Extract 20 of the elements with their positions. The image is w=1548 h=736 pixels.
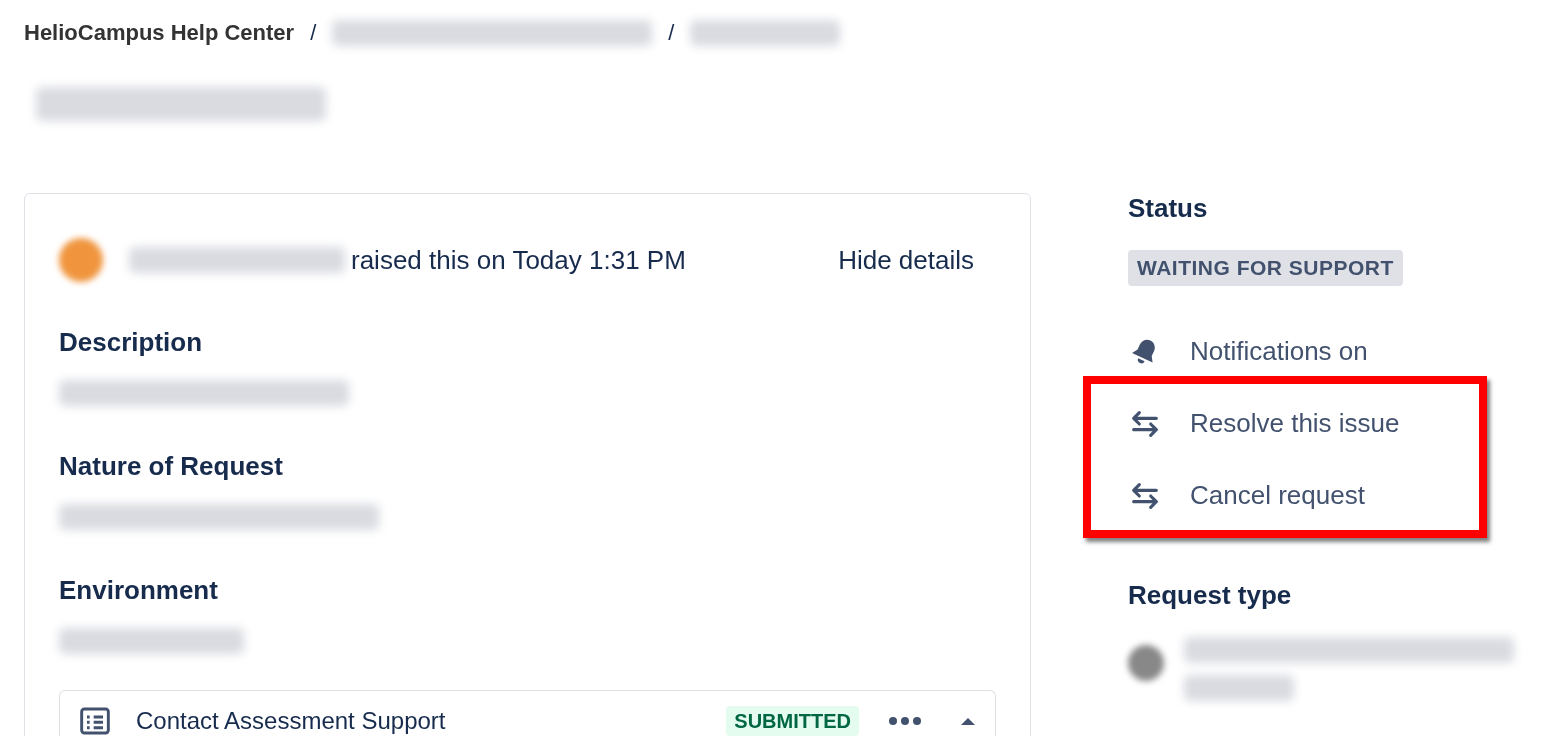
- breadcrumb-link[interactable]: HelioCampus Help Center: [24, 16, 295, 49]
- status-heading: Status: [1128, 192, 1209, 225]
- more-icon: [889, 716, 921, 725]
- linked-request-title: Contact Assessment Support: [136, 705, 446, 736]
- breadcrumb-separator: /: [310, 19, 317, 47]
- status-badge: WAITING FOR SUPPORT: [1128, 250, 1403, 286]
- request-type-icon: [1128, 644, 1164, 681]
- field-label: Environment: [59, 574, 219, 607]
- field-label: Description: [59, 326, 204, 359]
- status-lozenge: SUBMITTED: [726, 705, 859, 736]
- request-type-heading: Request type: [1128, 578, 1293, 612]
- raised-by-text: raised this on Today 1:31 PM: [351, 243, 686, 277]
- breadcrumb-separator: /: [668, 19, 675, 47]
- avatar: [59, 238, 103, 282]
- linked-request-card[interactable]: Contact Assessment Support SUBMITTED: [59, 690, 996, 736]
- sidebar-action-link[interactable]: Resolve this issue: [1118, 387, 1548, 460]
- sidebar-action-link[interactable]: Cancel request: [1118, 459, 1548, 532]
- sidebar-action-link[interactable]: Notifications on: [1118, 315, 1548, 388]
- field-label: Nature of Request: [59, 450, 284, 483]
- hide-details-link[interactable]: Hide details: [838, 240, 974, 280]
